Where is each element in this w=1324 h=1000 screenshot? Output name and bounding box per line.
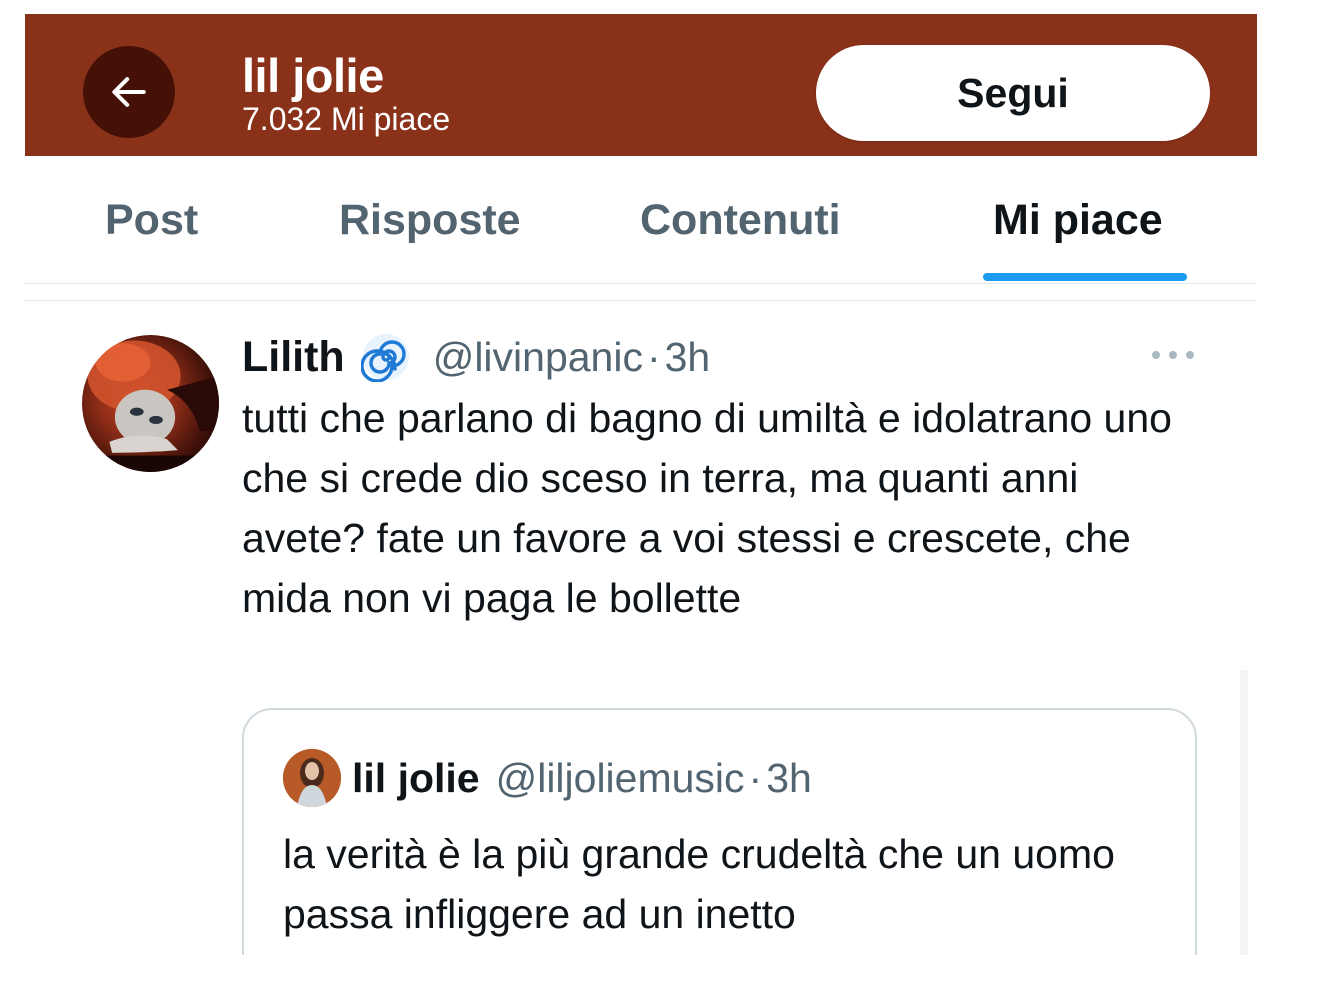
arrow-left-icon (112, 77, 146, 107)
profile-screen: lil jolie 7.032 Mi piace Segui Post Risp… (0, 0, 1324, 1000)
feed-divider (25, 300, 1257, 301)
likes-count: 7.032 Mi piace (242, 101, 451, 137)
quoted-tweet-timestamp: 3h (766, 754, 812, 801)
more-horizontal-icon[interactable] (1150, 343, 1196, 367)
profile-header-bar: lil jolie 7.032 Mi piace Segui (25, 14, 1257, 156)
tweet-timestamp[interactable]: 3h (665, 334, 711, 381)
tab-mi-piace[interactable]: Mi piace (993, 194, 1163, 246)
separator-dot: · (748, 754, 763, 801)
quoted-tweet-text: la verità è la più grande crudeltà che u… (283, 831, 1115, 937)
back-button[interactable] (83, 46, 175, 138)
separator-dot: · (646, 333, 661, 380)
tweet-author-name[interactable]: Lilith (242, 333, 345, 382)
tab-post[interactable]: Post (105, 194, 198, 246)
tabs-divider (25, 283, 1257, 284)
profile-name-title: lil jolie (242, 49, 384, 102)
tweet-author-avatar[interactable] (82, 335, 219, 472)
tweet-header: Lilith @livinpanic · 3h (242, 330, 710, 384)
quoted-author-name: lil jolie (352, 754, 480, 801)
quoted-author-handle: @liljoliemusic (495, 754, 745, 801)
profile-tabs: Post Risposte Contenuti Mi piace (25, 156, 1257, 284)
follow-button[interactable]: Segui (816, 45, 1210, 141)
tab-risposte[interactable]: Risposte (339, 194, 521, 246)
cyclone-icon (360, 332, 411, 383)
quoted-author-avatar (283, 749, 341, 807)
active-tab-indicator (983, 273, 1187, 281)
tweet-text: tutti che parlano di bagno di umiltà e i… (242, 395, 1172, 621)
tweet-author-handle[interactable]: @livinpanic (433, 334, 643, 381)
bottom-crop (0, 955, 1324, 1000)
quoted-tweet-header: lil jolie @liljoliemusic · 3h (352, 752, 812, 804)
scrollbar[interactable] (1240, 670, 1248, 955)
tab-contenuti[interactable]: Contenuti (640, 194, 841, 246)
